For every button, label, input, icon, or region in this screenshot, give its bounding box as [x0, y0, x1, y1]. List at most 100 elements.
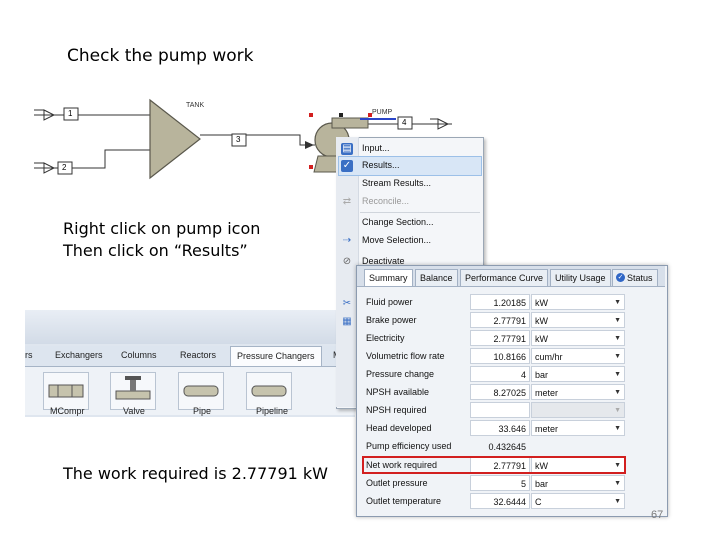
dropdown-arrow-icon: ▼ [614, 407, 621, 414]
pipeline-label: Pipeline [256, 406, 289, 416]
row-value-npsh-required [470, 402, 530, 418]
mcompr-tool-button[interactable] [43, 372, 89, 410]
pump-label: PUMP [372, 109, 393, 116]
menu-item-results[interactable]: Results... [362, 157, 400, 174]
menu-separator [360, 212, 480, 213]
valve-tool-button[interactable] [110, 372, 156, 410]
instruction-line-2: Then click on “Results” [63, 241, 248, 260]
row-value-pump-efficiency-used: 0.432645 [488, 442, 526, 452]
unit-text: bar [535, 479, 549, 489]
row-value-brake-power: 2.77791 [470, 312, 530, 328]
tab-status[interactable]: ✓ Status [612, 269, 658, 286]
row-label-pressure-change: Pressure change [366, 369, 435, 379]
row-value-outlet-pressure: 5 [470, 475, 530, 491]
row-unit-outlet-pressure[interactable]: bar ▼ [531, 475, 625, 491]
unit-text: kW [535, 334, 548, 344]
row-label-npsh-available: NPSH available [366, 387, 430, 397]
row-value-electricity: 2.77791 [470, 330, 530, 346]
tab-performance-curve[interactable]: Performance Curve [460, 269, 549, 286]
row-label-npsh-required: NPSH required [366, 405, 427, 415]
menu-item-reconcile: Reconcile... [362, 196, 410, 206]
ribbon-tabs: rs Exchangers Columns Reactors Pressure … [25, 346, 355, 367]
unit-text: kW [535, 298, 548, 308]
menu-item-input[interactable]: Input... [362, 140, 390, 157]
dropdown-arrow-icon: ▼ [614, 371, 621, 378]
tank-label: TANK [186, 102, 205, 109]
menu-hover-highlight [338, 156, 482, 176]
row-unit-head-developed[interactable]: meter ▼ [531, 420, 625, 436]
tab-pressure-changers[interactable]: Pressure Changers [230, 346, 322, 366]
unit-text: bar [535, 370, 549, 380]
menu-item-stream-results[interactable]: Stream Results... [362, 175, 431, 192]
row-value-npsh-available: 8.27025 [470, 384, 530, 400]
row-unit-pressure-change[interactable]: bar ▼ [531, 366, 625, 382]
row-unit-outlet-temperature[interactable]: C ▼ [531, 493, 625, 509]
unit-text: kW [535, 316, 548, 326]
net-work-highlight-box [362, 456, 626, 474]
dropdown-arrow-icon: ▼ [614, 317, 621, 324]
row-label-fluid-power: Fluid power [366, 297, 413, 307]
valve-icon [115, 376, 151, 400]
row-label-pump-efficiency-used: Pump efficiency used [366, 441, 452, 451]
tab-columns[interactable]: Columns [121, 346, 157, 365]
feed-arrow-1 [34, 109, 62, 121]
stream-3-id: 3 [236, 135, 241, 144]
tank-unit-icon[interactable] [149, 98, 201, 180]
instruction-line-1: Right click on pump icon [63, 219, 261, 238]
tab-reactors[interactable]: Reactors [180, 346, 216, 365]
tab-summary[interactable]: Summary [364, 269, 413, 286]
mcompr-label: MCompr [50, 406, 85, 416]
unit-text: meter [535, 424, 559, 434]
menu-item-change-section[interactable]: Change Section... [362, 214, 434, 231]
stream-4-id: 4 [402, 118, 407, 127]
row-label-outlet-pressure: Outlet pressure [366, 478, 428, 488]
row-unit-electricity[interactable]: kW ▼ [531, 330, 625, 346]
row-unit-volumetric-flow-rate[interactable]: cum/hr ▼ [531, 348, 625, 364]
dropdown-arrow-icon: ▼ [614, 299, 621, 306]
paste-icon: ▦ [342, 316, 352, 327]
results-icon: ✓ [341, 160, 353, 172]
row-unit-npsh-available[interactable]: meter ▼ [531, 384, 625, 400]
dropdown-arrow-icon: ▼ [614, 425, 621, 432]
dropdown-arrow-icon: ▼ [614, 335, 621, 342]
menu-item-move-selection[interactable]: Move Selection... [362, 232, 431, 249]
reconcile-icon: ⇄ [342, 196, 352, 207]
pipe-icon [183, 385, 219, 397]
row-label-volumetric-flow-rate: Volumetric flow rate [366, 351, 445, 361]
stream-2-line[interactable] [62, 149, 150, 169]
valve-label: Valve [123, 406, 145, 416]
tab-balance[interactable]: Balance [415, 269, 458, 286]
stream-2-id: 2 [62, 163, 67, 172]
work-required-caption: The work required is 2.77791 kW [59, 462, 332, 485]
row-unit-brake-power[interactable]: kW ▼ [531, 312, 625, 328]
row-value-head-developed: 33.646 [470, 420, 530, 436]
stream-3-line[interactable] [200, 134, 315, 146]
cut-icon: ✂ [342, 298, 352, 309]
pipe-tool-button[interactable] [178, 372, 224, 410]
row-label-brake-power: Brake power [366, 315, 417, 325]
tab-reactors-partial[interactable]: rs [25, 346, 33, 365]
row-value-outlet-temperature: 32.6444 [470, 493, 530, 509]
pipeline-icon [251, 385, 287, 397]
row-label-electricity: Electricity [366, 333, 405, 343]
row-unit-fluid-power[interactable]: kW ▼ [531, 294, 625, 310]
pipe-label: Pipe [193, 406, 212, 416]
row-label-head-developed: Head developed [366, 423, 432, 433]
dropdown-arrow-icon: ▼ [614, 498, 621, 505]
dropdown-arrow-icon: ▼ [614, 353, 621, 360]
input-icon: ▤ [341, 143, 353, 155]
stream-1-id: 1 [68, 109, 73, 118]
tab-utility-usage[interactable]: Utility Usage [550, 269, 611, 286]
row-label-outlet-temperature: Outlet temperature [366, 496, 442, 506]
row-value-pressure-change: 4 [470, 366, 530, 382]
row-value-fluid-power: 1.20185 [470, 294, 530, 310]
unit-text: meter [535, 388, 559, 398]
row-value-volumetric-flow-rate: 10.8166 [470, 348, 530, 364]
tab-exchangers[interactable]: Exchangers [55, 346, 103, 365]
move-icon: ⇢ [342, 235, 352, 246]
deactivate-icon: ⊘ [342, 256, 352, 267]
tab-status-label: Status [627, 273, 653, 283]
pipeline-tool-button[interactable] [246, 372, 292, 410]
ribbon-toolbar [25, 310, 355, 344]
dropdown-arrow-icon: ▼ [614, 389, 621, 396]
